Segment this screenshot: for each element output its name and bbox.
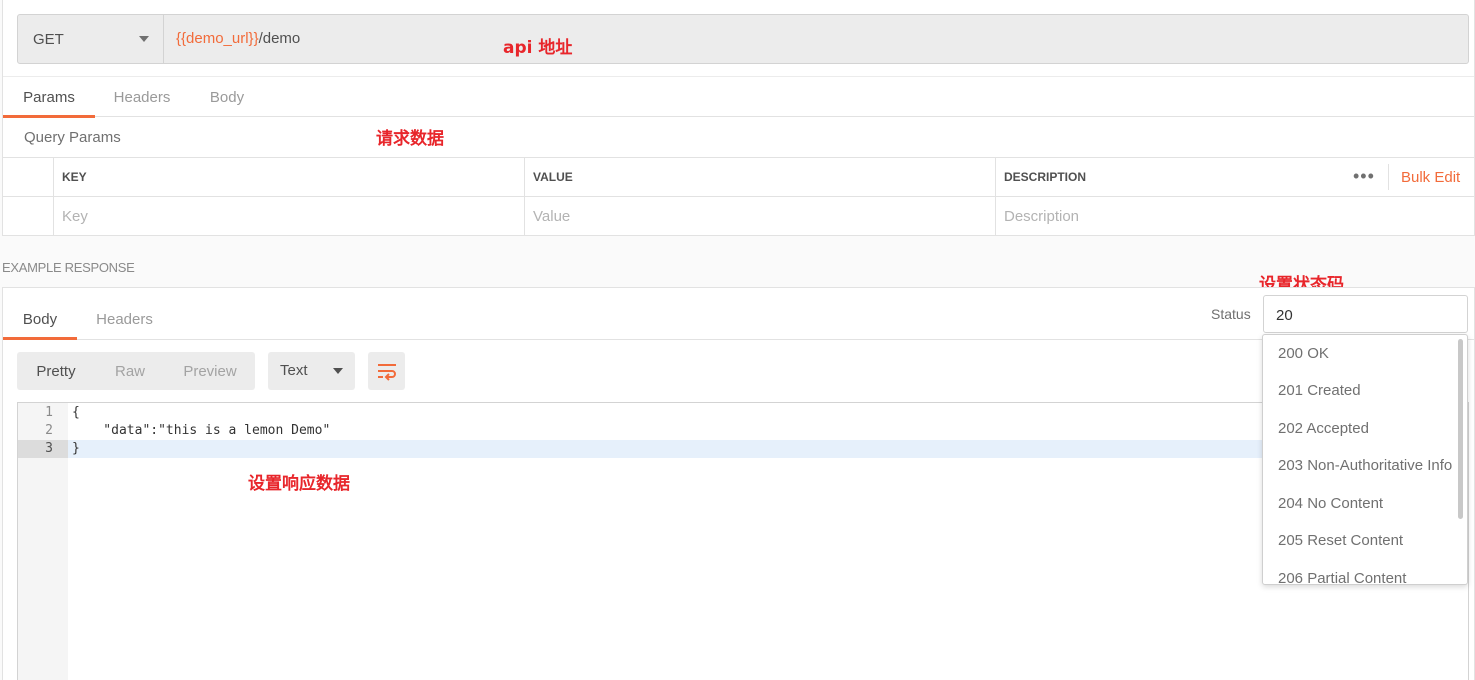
tab-params[interactable]: Params: [3, 77, 95, 118]
query-params-title: Query Params: [24, 129, 121, 146]
wrap-text-icon: [377, 364, 396, 381]
value-header: VALUE: [524, 158, 995, 196]
tab-body-label: Body: [209, 88, 245, 106]
tab-response-headers[interactable]: Headers: [87, 300, 162, 339]
params-header-row: KEY VALUE DESCRIPTION ••• Bulk Edit: [3, 158, 1474, 197]
status-option[interactable]: 203 Non-Authoritative Info: [1278, 457, 1452, 474]
current-line-highlight: [68, 440, 1468, 458]
url-variable: {{demo_url}}: [176, 30, 259, 47]
raw-button[interactable]: Raw: [95, 352, 165, 390]
status-dropdown: 200 OK 201 Created 202 Accepted 203 Non-…: [1262, 334, 1468, 585]
more-options-icon[interactable]: •••: [1353, 166, 1375, 187]
response-panel: Body Headers Status 20 Pretty Raw Previe…: [2, 287, 1475, 680]
params-input-row: Key Value Description: [3, 197, 1474, 236]
dropdown-scrollbar[interactable]: [1458, 339, 1463, 519]
status-label: Status: [1211, 306, 1251, 322]
content-type-label: Text: [280, 362, 308, 379]
status-option[interactable]: 201 Created: [1278, 382, 1361, 399]
code-line: {: [72, 405, 80, 420]
status-option[interactable]: 204 No Content: [1278, 495, 1383, 512]
tab-headers[interactable]: Headers: [103, 77, 181, 117]
tab-body[interactable]: Body: [198, 77, 256, 117]
url-path: /demo: [258, 30, 301, 47]
status-option[interactable]: 200 OK: [1278, 345, 1329, 362]
tab-response-body-label: Body: [22, 311, 58, 328]
line-number: 1: [45, 405, 53, 420]
method-label: GET: [33, 30, 64, 48]
key-header: KEY: [53, 158, 524, 196]
code-line: "data":"this is a lemon Demo": [72, 423, 331, 438]
response-tabs: Body Headers: [3, 288, 1474, 340]
method-select[interactable]: GET: [18, 15, 164, 63]
status-input[interactable]: 20: [1263, 295, 1468, 333]
status-option[interactable]: 202 Accepted: [1278, 420, 1369, 437]
line-number: 3: [18, 440, 68, 458]
content-type-select[interactable]: Text: [268, 352, 355, 390]
request-panel: GET {{demo_url}}/demo Params Headers Bod…: [2, 0, 1475, 236]
example-response-label: EXAMPLE RESPONSE: [2, 260, 135, 275]
annotation-set-response-data: 设置响应数据: [248, 474, 350, 494]
status-option[interactable]: 205 Reset Content: [1278, 532, 1403, 549]
annotation-api-address: api 地址: [503, 38, 573, 58]
tab-response-headers-label: Headers: [96, 311, 153, 328]
key-input[interactable]: Key: [53, 197, 524, 235]
code-editor[interactable]: 1 2 3 { "data":"this is a lemon Demo" }: [17, 402, 1469, 680]
url-input[interactable]: {{demo_url}}/demo: [176, 30, 300, 47]
params-table: KEY VALUE DESCRIPTION ••• Bulk Edit Key …: [3, 157, 1474, 236]
divider: [1388, 164, 1389, 190]
tab-params-label: Params: [23, 88, 75, 106]
format-toggle: Pretty Raw Preview: [17, 352, 255, 390]
wrap-lines-button[interactable]: [368, 352, 405, 390]
url-bar: GET {{demo_url}}/demo: [17, 14, 1469, 64]
chevron-down-icon: [333, 368, 343, 374]
value-input[interactable]: Value: [524, 197, 995, 235]
description-input[interactable]: Description: [995, 197, 1474, 235]
request-tabs: Params Headers Body: [3, 76, 1474, 118]
tab-response-body[interactable]: Body: [3, 300, 77, 340]
preview-button[interactable]: Preview: [165, 352, 255, 390]
chevron-down-icon: [139, 36, 149, 42]
code-line: }: [72, 441, 80, 456]
bulk-edit-link[interactable]: Bulk Edit: [1401, 169, 1460, 186]
line-number: 2: [45, 423, 53, 438]
status-option[interactable]: 206 Partial Content: [1278, 570, 1406, 584]
pretty-button[interactable]: Pretty: [17, 352, 95, 390]
annotation-request-data: 请求数据: [376, 129, 444, 149]
tab-headers-label: Headers: [113, 88, 171, 106]
